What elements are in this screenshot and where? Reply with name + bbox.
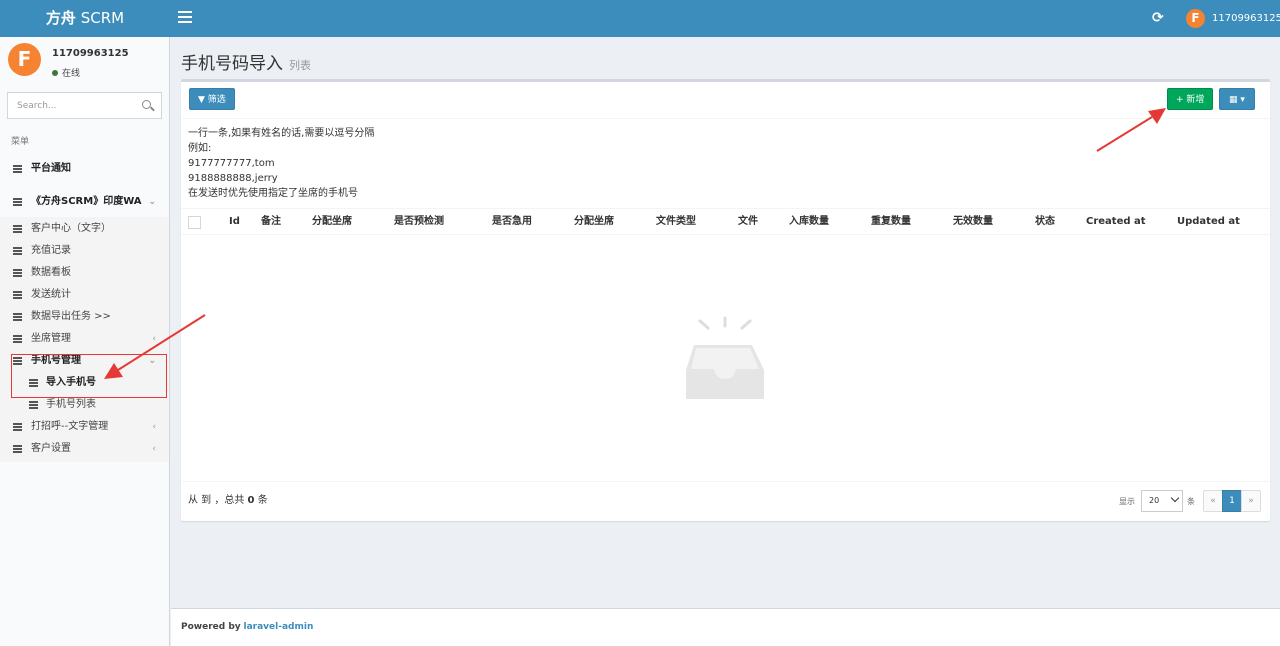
per-page-select[interactable]: 20: [1141, 490, 1183, 512]
import-instructions: 一行一条,如果有姓名的话,需要以逗号分隔 例如: 9177777777,tom …: [188, 128, 375, 199]
menu-icon: [13, 423, 22, 431]
pagination-prev[interactable]: «: [1203, 490, 1223, 512]
per-page-label: 显示: [1119, 497, 1135, 506]
grid-box: ▼ 筛选 + 新增 ▦ ▾ 一行一条,如果有姓名的话,需要以逗号分隔 例如: 9…: [181, 79, 1270, 521]
sidebar-item-send-stats[interactable]: 发送统计: [0, 284, 169, 306]
col-seat-2: 分配坐席: [574, 216, 614, 227]
sidebar-item-recharge[interactable]: 充值记录: [0, 240, 169, 262]
chevron-left-icon: ‹: [152, 444, 156, 454]
sidebar-search: [7, 92, 162, 119]
col-id[interactable]: Id: [229, 209, 240, 235]
app-logo[interactable]: 方舟 SCRM: [0, 0, 170, 37]
sidebar-item-wa-group[interactable]: 《方舟SCRM》印度WA ⌄: [0, 191, 169, 213]
col-precheck: 是否预检测: [394, 216, 444, 227]
menu-header: 菜单: [11, 137, 30, 147]
table-icon: ▦: [1229, 95, 1238, 105]
menu-icon: [29, 401, 38, 409]
sidebar-item-customer-center[interactable]: 客户中心（文字）: [0, 218, 169, 240]
column-selector-button[interactable]: ▦ ▾: [1219, 88, 1255, 110]
col-file: 文件: [738, 216, 758, 227]
empty-inbox-icon: [686, 316, 764, 399]
sidebar-item-customer-settings[interactable]: 客户设置 ‹: [0, 438, 169, 460]
menu-icon: [13, 269, 22, 277]
col-seat: 分配坐席: [312, 216, 352, 227]
divider: [181, 118, 1270, 119]
col-status: 状态: [1035, 216, 1055, 227]
chevron-down-icon: ⌄: [148, 197, 156, 207]
menu-icon: [13, 313, 22, 321]
sidebar-item-platform-notice[interactable]: 平台通知: [0, 158, 169, 180]
sidebar-item-greeting-text[interactable]: 打招呼--文字管理 ‹: [0, 416, 169, 438]
pagination-next[interactable]: »: [1241, 490, 1261, 512]
search-icon[interactable]: [142, 100, 151, 109]
divider: [181, 481, 1270, 482]
chevron-left-icon: ‹: [152, 334, 156, 344]
menu-icon: [13, 225, 22, 233]
pagination-page-1[interactable]: 1: [1222, 490, 1242, 512]
header-username[interactable]: 11709963125: [1212, 12, 1280, 25]
filter-icon: ▼: [198, 95, 205, 105]
top-navbar: 方舟 SCRM ⟳ F 11709963125: [0, 0, 1280, 37]
user-avatar: F: [8, 43, 41, 76]
sidebar: F 11709963125 在线 菜单 平台通知 《方舟SCRM》印度WA⌄ 客…: [0, 37, 170, 646]
col-created-at: Created at: [1086, 216, 1146, 227]
search-input[interactable]: [8, 93, 133, 118]
sidebar-toggle-icon[interactable]: [178, 11, 192, 25]
online-dot-icon: [52, 70, 58, 76]
col-remark: 备注: [261, 216, 281, 227]
menu-icon: [13, 291, 22, 299]
col-updated-at: Updated at: [1177, 216, 1240, 227]
col-stored: 入库数量: [789, 216, 829, 227]
menu-icon: [13, 247, 22, 255]
sidebar-item-seat-management[interactable]: 坐席管理 ‹: [0, 328, 169, 350]
plus-icon: +: [1176, 95, 1184, 105]
highlight-box: [11, 354, 167, 398]
select-all-checkbox[interactable]: [188, 216, 201, 229]
sidebar-item-export-tasks[interactable]: 数据导出任务 >>: [0, 306, 169, 328]
table-header: Id 备注 分配坐席 是否预检测 是否急用 分配坐席 文件类型 文件 入库数量 …: [181, 208, 1270, 235]
footer: Powered by laravel-admin: [171, 608, 1280, 646]
chevron-left-icon: ‹: [152, 422, 156, 432]
sidebar-item-dashboard[interactable]: 数据看板: [0, 262, 169, 284]
per-page-unit: 条: [1187, 497, 1195, 506]
menu-icon: [13, 198, 22, 206]
laravel-admin-link[interactable]: laravel-admin: [244, 622, 314, 632]
menu-icon: [13, 335, 22, 343]
user-name: 11709963125: [52, 48, 129, 59]
chevron-down-icon: [1170, 493, 1180, 503]
col-urgent: 是否急用: [492, 216, 532, 227]
menu-icon: [13, 165, 22, 173]
page-title: 手机号码导入 列表: [181, 54, 311, 74]
header-avatar[interactable]: F: [1186, 9, 1205, 28]
col-file-type: 文件类型: [656, 216, 696, 227]
refresh-icon[interactable]: ⟳: [1152, 10, 1164, 26]
menu-icon: [13, 445, 22, 453]
col-duplicate: 重复数量: [871, 216, 911, 227]
pagination-info: 从 到 ，总共 0 条: [188, 495, 268, 506]
page-subtitle: 列表: [289, 59, 311, 72]
filter-button[interactable]: ▼ 筛选: [189, 88, 235, 110]
new-button[interactable]: + 新增: [1167, 88, 1214, 110]
caret-down-icon: ▾: [1240, 95, 1245, 105]
col-invalid: 无效数量: [953, 216, 993, 227]
user-status: 在线: [52, 66, 80, 79]
